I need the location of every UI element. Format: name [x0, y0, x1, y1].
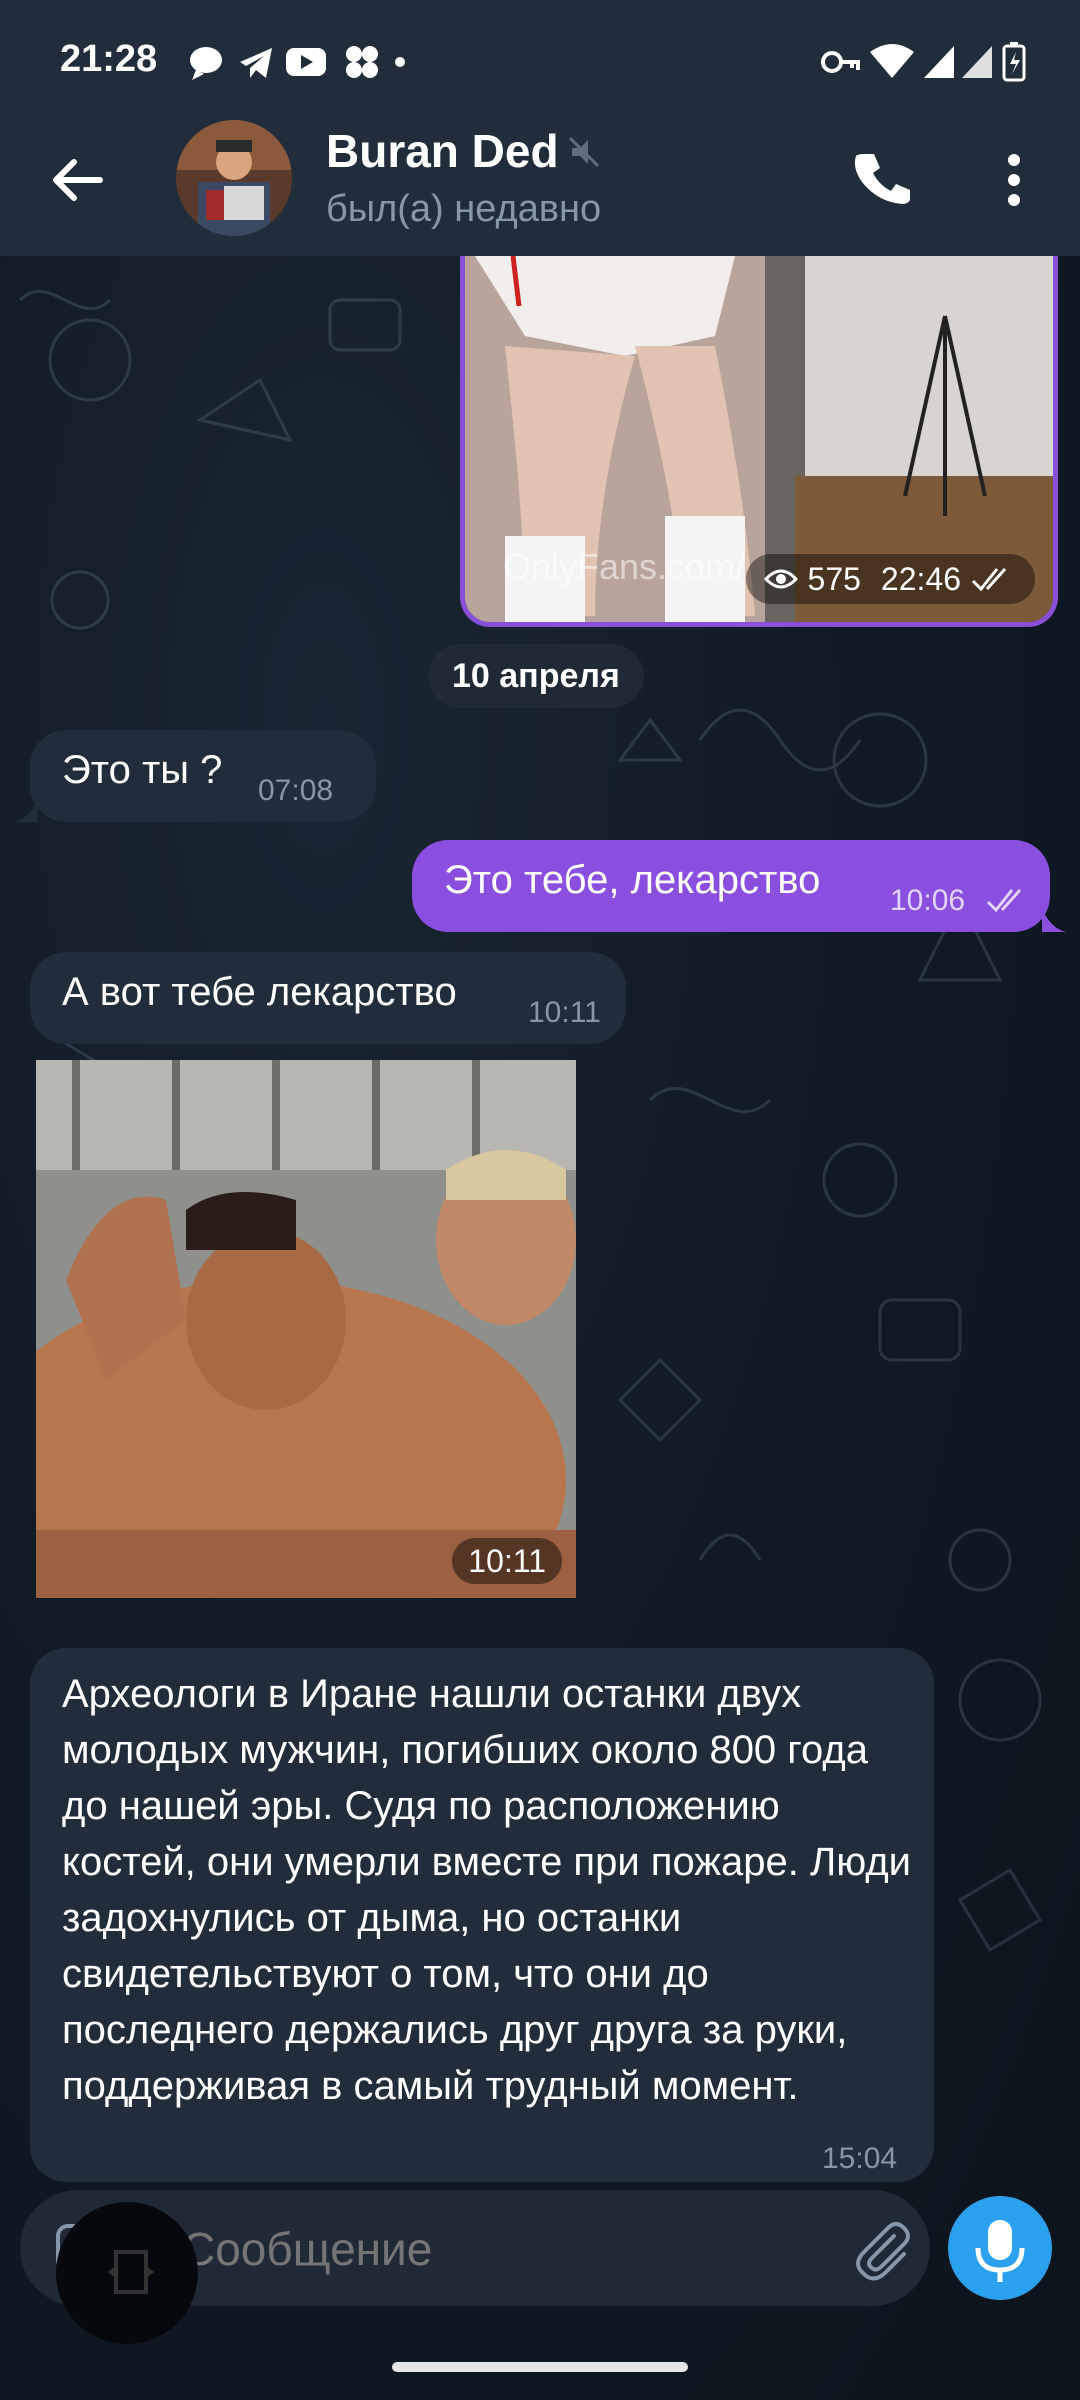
- message-bubble-incoming[interactable]: Это ты ? 07:08: [30, 730, 376, 822]
- message-time: 10:06: [890, 884, 966, 917]
- message-time: 15:04: [822, 2142, 898, 2175]
- battery-icon: [1002, 42, 1026, 82]
- dots-app-icon: [346, 46, 378, 78]
- date-separator: 10 апреля: [428, 644, 644, 708]
- message-text: Археологи в Иране нашли останки двух мол…: [62, 1672, 912, 2108]
- wifi-icon: [870, 44, 914, 78]
- views-eye-icon: [763, 569, 798, 589]
- key-icon: [821, 51, 860, 73]
- view-count: 575: [807, 560, 861, 597]
- double-check-icon: [986, 888, 1022, 913]
- back-arrow-icon[interactable]: [40, 144, 112, 216]
- photo-message[interactable]: 10:11: [36, 1060, 576, 1598]
- attach-icon[interactable]: [850, 2218, 914, 2282]
- message-input[interactable]: [180, 2218, 824, 2280]
- avatar-image: [176, 120, 292, 236]
- telegram-icon: [240, 48, 272, 78]
- bubble-tail: [14, 798, 38, 822]
- status-bar: 21:28: [0, 0, 1080, 120]
- microphone-icon: [975, 2220, 1025, 2282]
- avatar[interactable]: [176, 120, 292, 236]
- youtube-icon: [286, 48, 326, 76]
- chat-last-seen: был(а) недавно: [326, 188, 602, 230]
- video-meta: 575 22:46: [745, 554, 1035, 604]
- chat-header: Buran Ded был(а) недавно: [0, 120, 1080, 256]
- muted-icon: [568, 136, 600, 168]
- chat-screen: 21:28 Buran Ded был(а) недавно OnlyFans.…: [0, 0, 1080, 2400]
- message-text: Это тебе, лекарство: [444, 858, 821, 902]
- video-time: 22:46: [880, 560, 961, 597]
- video-watermark: OnlyFans.com/: [503, 546, 746, 587]
- message-bubble-incoming[interactable]: А вот тебе лекарство 10:11: [30, 952, 626, 1044]
- system-status-icons: [821, 42, 1026, 82]
- photo-image: [36, 1060, 576, 1598]
- double-check-icon: [971, 567, 1007, 592]
- bubble-tail: [1042, 908, 1066, 932]
- photo-time: 10:11: [452, 1538, 562, 1584]
- gesture-nav-handle[interactable]: [392, 2362, 688, 2372]
- signal-icon-2: [962, 46, 992, 78]
- message-text: А вот тебе лекарство: [62, 970, 457, 1014]
- message-bubble-outgoing[interactable]: Это тебе, лекарство 10:06: [412, 840, 1050, 932]
- phone-call-icon[interactable]: [850, 146, 914, 210]
- message-time: 10:11: [528, 996, 601, 1029]
- status-time: 21:28: [60, 38, 158, 80]
- voice-record-button[interactable]: [948, 2196, 1052, 2300]
- message-text: Это ты ?: [62, 748, 223, 792]
- message-time: 07:08: [258, 774, 334, 807]
- floating-overlay-button[interactable]: [56, 2202, 198, 2344]
- signal-icon: [924, 46, 954, 78]
- video-message[interactable]: OnlyFans.com/ 575 22:46: [460, 256, 1058, 627]
- notification-icons: [190, 46, 405, 80]
- rotate-icon: [108, 2250, 154, 2294]
- chat-bubble-icon: [190, 47, 222, 80]
- dot-icon: [395, 57, 405, 67]
- more-options-icon[interactable]: [990, 148, 1038, 212]
- chat-title[interactable]: Buran Ded: [326, 124, 559, 178]
